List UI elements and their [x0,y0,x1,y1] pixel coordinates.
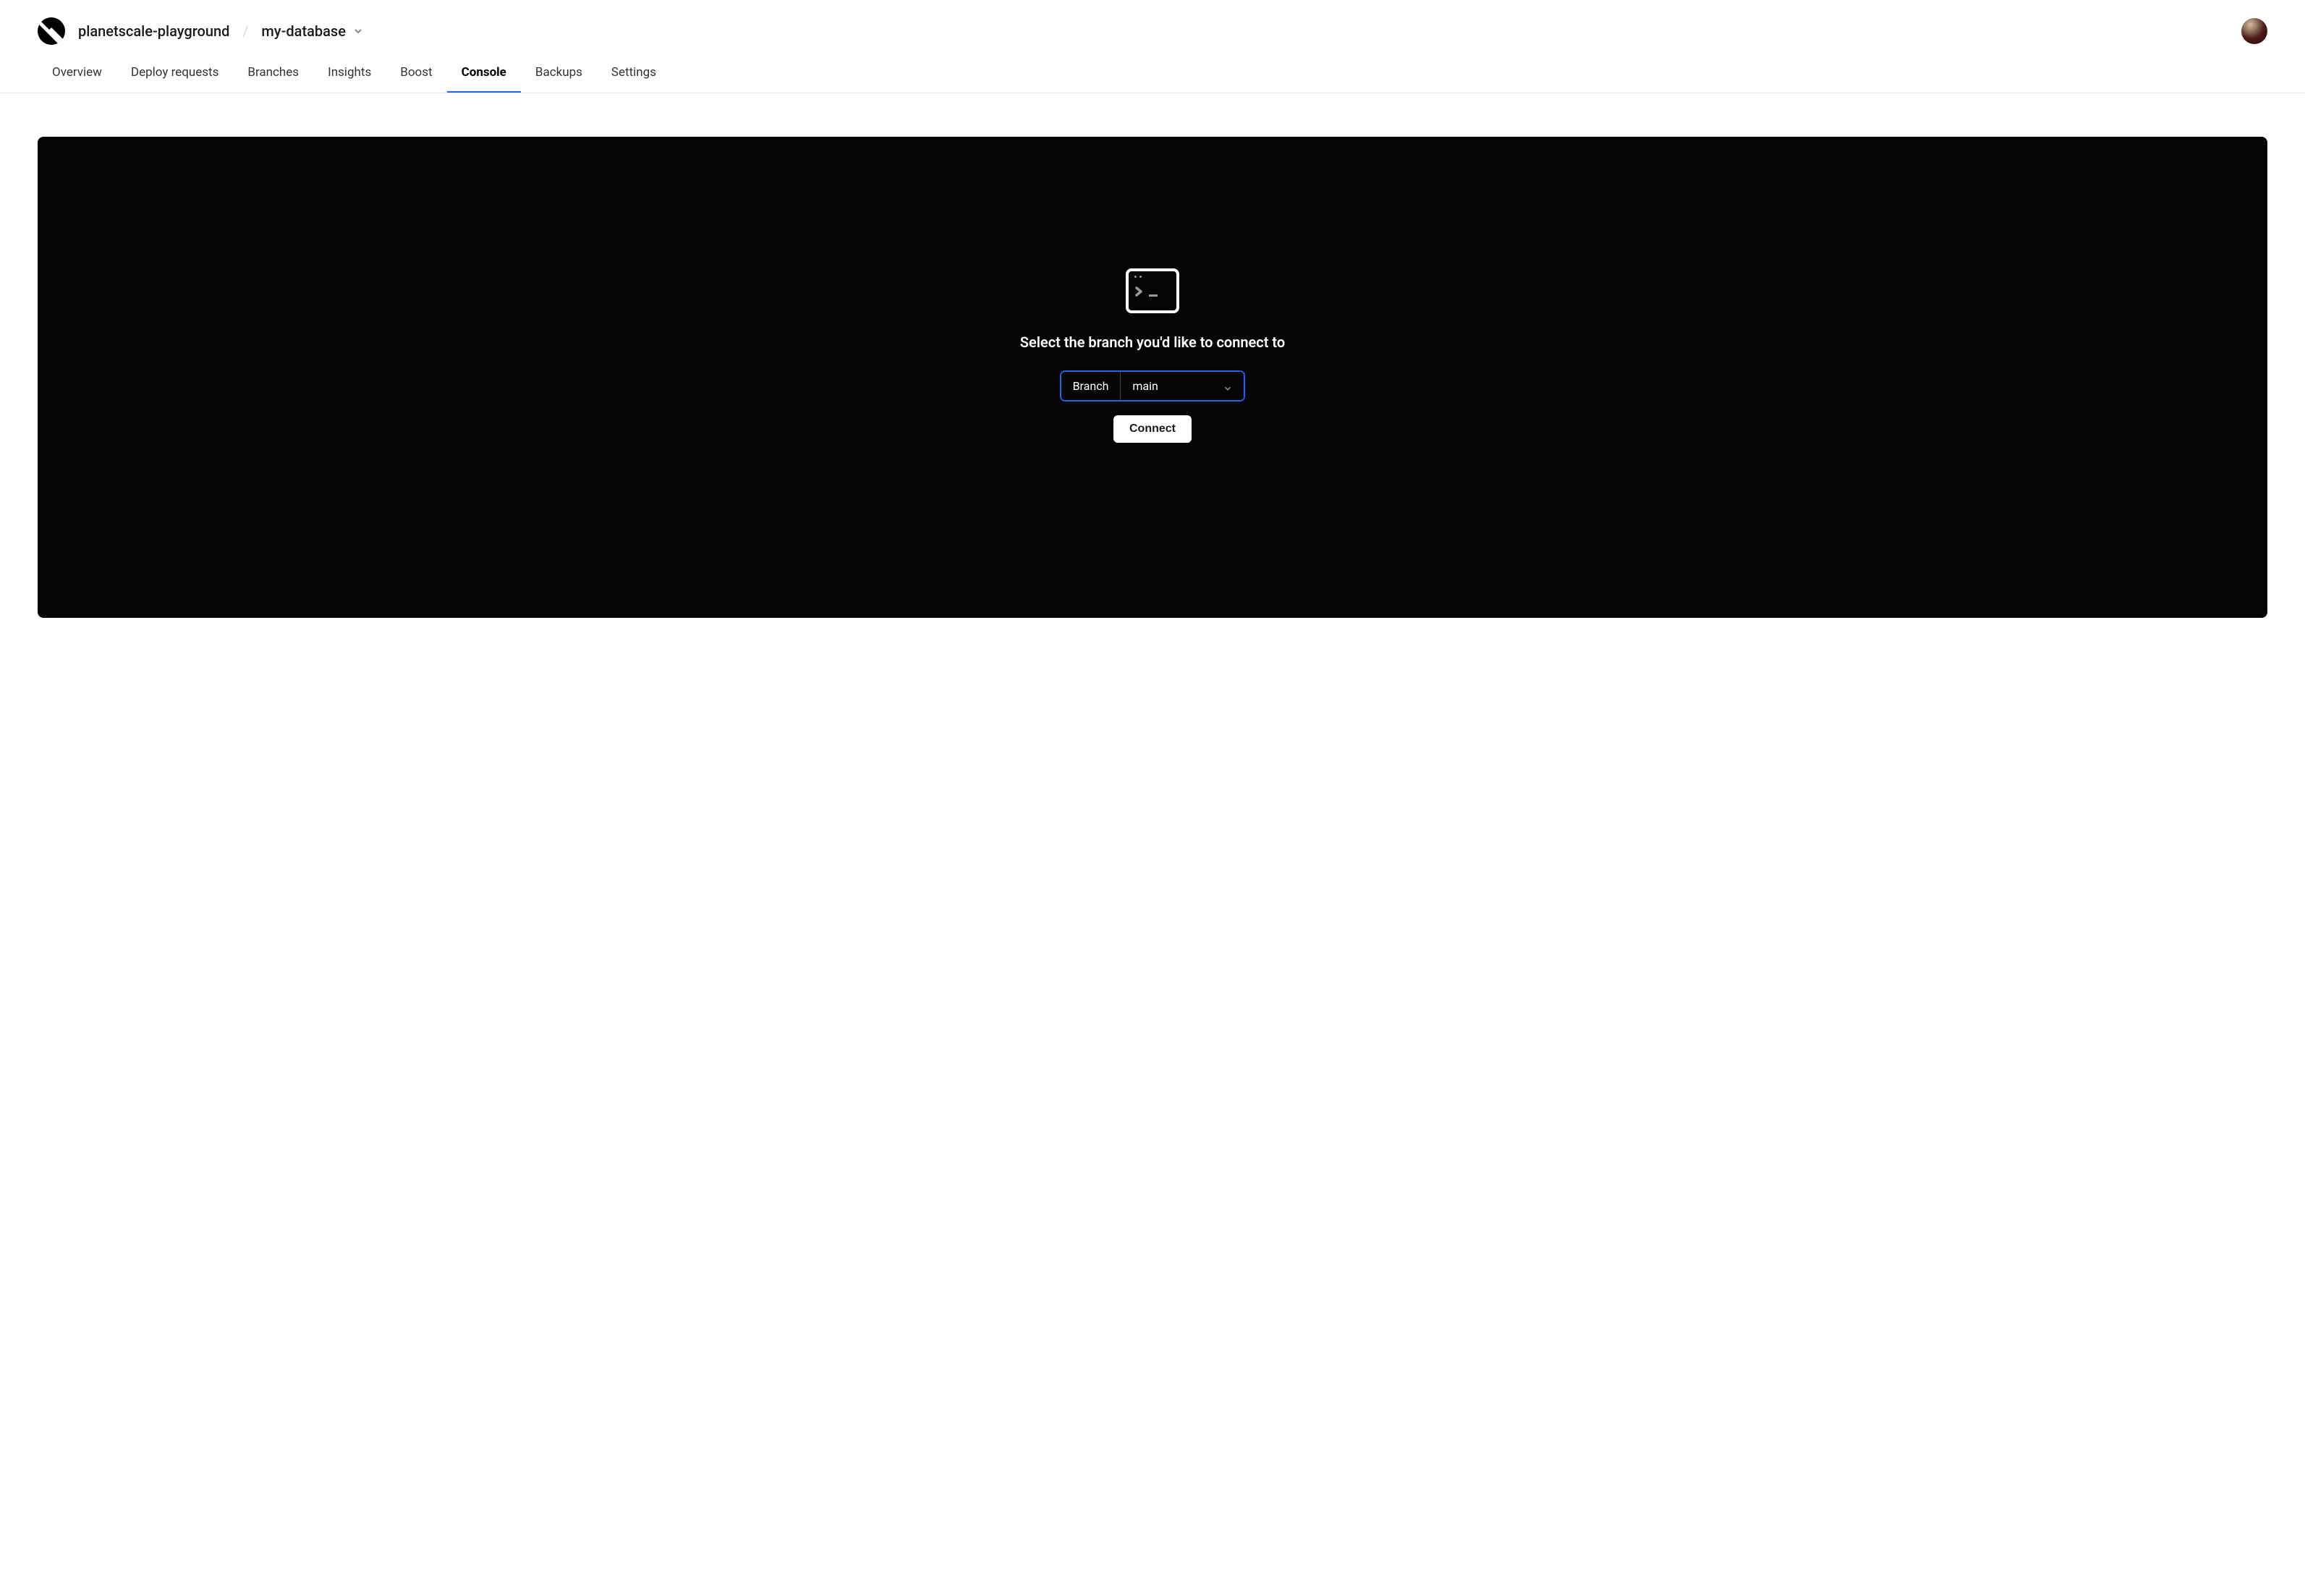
console-empty-state: Select the branch you'd like to connect … [1020,268,1285,443]
tab-console[interactable]: Console [462,65,506,93]
main-content: Select the branch you'd like to connect … [0,93,2305,661]
tab-backups[interactable]: Backups [535,65,582,93]
tab-branches[interactable]: Branches [247,65,299,93]
chevron-down-icon [353,26,363,36]
header: planetscale-playground / my-database Ove… [0,0,2305,93]
chevron-down-icon [1223,382,1232,391]
console-controls: Branch main Connect [1061,371,1245,443]
user-avatar[interactable] [2241,18,2267,44]
console-prompt-heading: Select the branch you'd like to connect … [1020,334,1285,351]
breadcrumb-separator: / [242,22,248,40]
org-name-link[interactable]: planetscale-playground [78,22,229,40]
tab-boost[interactable]: Boost [400,65,432,93]
database-name: my-database [261,22,346,40]
tab-deploy-requests[interactable]: Deploy requests [131,65,218,93]
console-panel: Select the branch you'd like to connect … [38,137,2267,618]
database-selector[interactable]: my-database [261,22,363,40]
nav-tabs: Overview Deploy requests Branches Insigh… [38,65,2267,93]
planetscale-logo-icon[interactable] [38,17,65,45]
branch-selector: Branch main [1061,371,1245,401]
tab-insights[interactable]: Insights [328,65,371,93]
branch-selector-dropdown[interactable]: main [1121,372,1244,400]
terminal-icon [1126,268,1179,313]
connect-button[interactable]: Connect [1113,415,1192,443]
branch-selected-value: main [1132,379,1158,393]
tab-overview[interactable]: Overview [52,65,102,93]
branch-selector-label: Branch [1061,372,1121,400]
tab-settings[interactable]: Settings [611,65,656,93]
breadcrumb: planetscale-playground / my-database [38,17,363,45]
breadcrumb-row: planetscale-playground / my-database [38,17,2267,45]
